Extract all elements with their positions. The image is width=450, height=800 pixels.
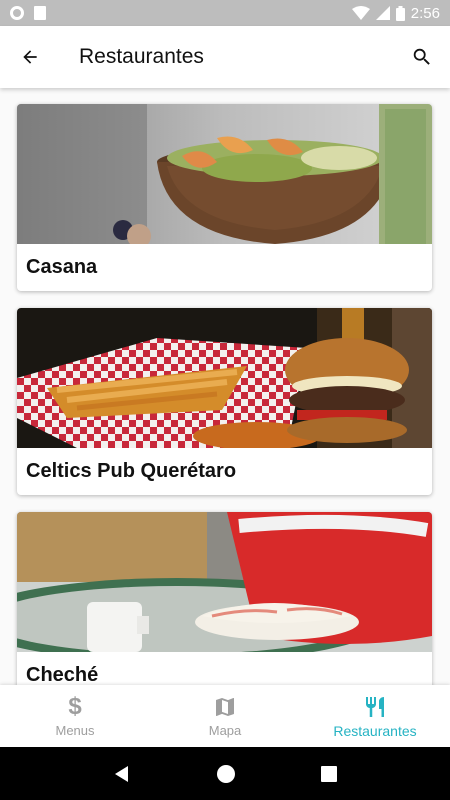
system-back-icon[interactable] [113, 765, 131, 783]
restaurant-card-celtics-pub[interactable]: Celtics Pub Querétaro [17, 308, 432, 495]
restaurant-name: Casana [26, 256, 98, 278]
fork-knife-icon [366, 696, 384, 717]
signal-icon [375, 6, 390, 20]
restaurant-name: Cheché [26, 664, 99, 685]
search-icon [413, 48, 430, 65]
status-bar: 2:56 [0, 0, 450, 26]
nav-item-label: Restaurantes [333, 722, 417, 739]
restaurant-card-casana[interactable]: Casana [17, 104, 432, 291]
restaurant-photo [17, 512, 432, 652]
nav-item-restaurantes[interactable]: Restaurantes [300, 685, 450, 747]
sd-card-icon [34, 6, 46, 20]
map-icon [216, 698, 234, 716]
bottom-navigation: $ Menus Mapa Restaurantes [0, 685, 450, 747]
nav-item-label: Menus [55, 723, 95, 738]
battery-icon [395, 5, 405, 21]
dollar-icon: $ [68, 693, 82, 720]
wifi-icon [351, 6, 370, 20]
page-title: Restaurantes [79, 45, 204, 68]
restaurant-list[interactable]: Casana Celtics Pub Querétaro Cheché [0, 88, 450, 685]
restaurant-card-cheche[interactable]: Cheché [17, 512, 432, 685]
app-bar: Restaurantes [0, 26, 450, 88]
restaurant-name: Celtics Pub Querétaro [26, 460, 237, 482]
arrow-back-icon [23, 50, 37, 64]
nav-item-label: Mapa [208, 723, 242, 738]
nav-item-mapa[interactable]: Mapa [150, 685, 300, 747]
system-home-icon[interactable] [217, 764, 235, 783]
sync-icon [10, 6, 24, 20]
status-time: 2:56 [410, 4, 440, 22]
search-button[interactable] [394, 26, 450, 88]
nav-item-menus[interactable]: $ Menus [0, 685, 150, 747]
restaurant-photo [17, 308, 432, 448]
system-navigation-bar [0, 747, 450, 800]
back-button[interactable] [0, 26, 60, 88]
restaurant-photo [17, 104, 432, 244]
system-recents-icon[interactable] [321, 765, 337, 782]
